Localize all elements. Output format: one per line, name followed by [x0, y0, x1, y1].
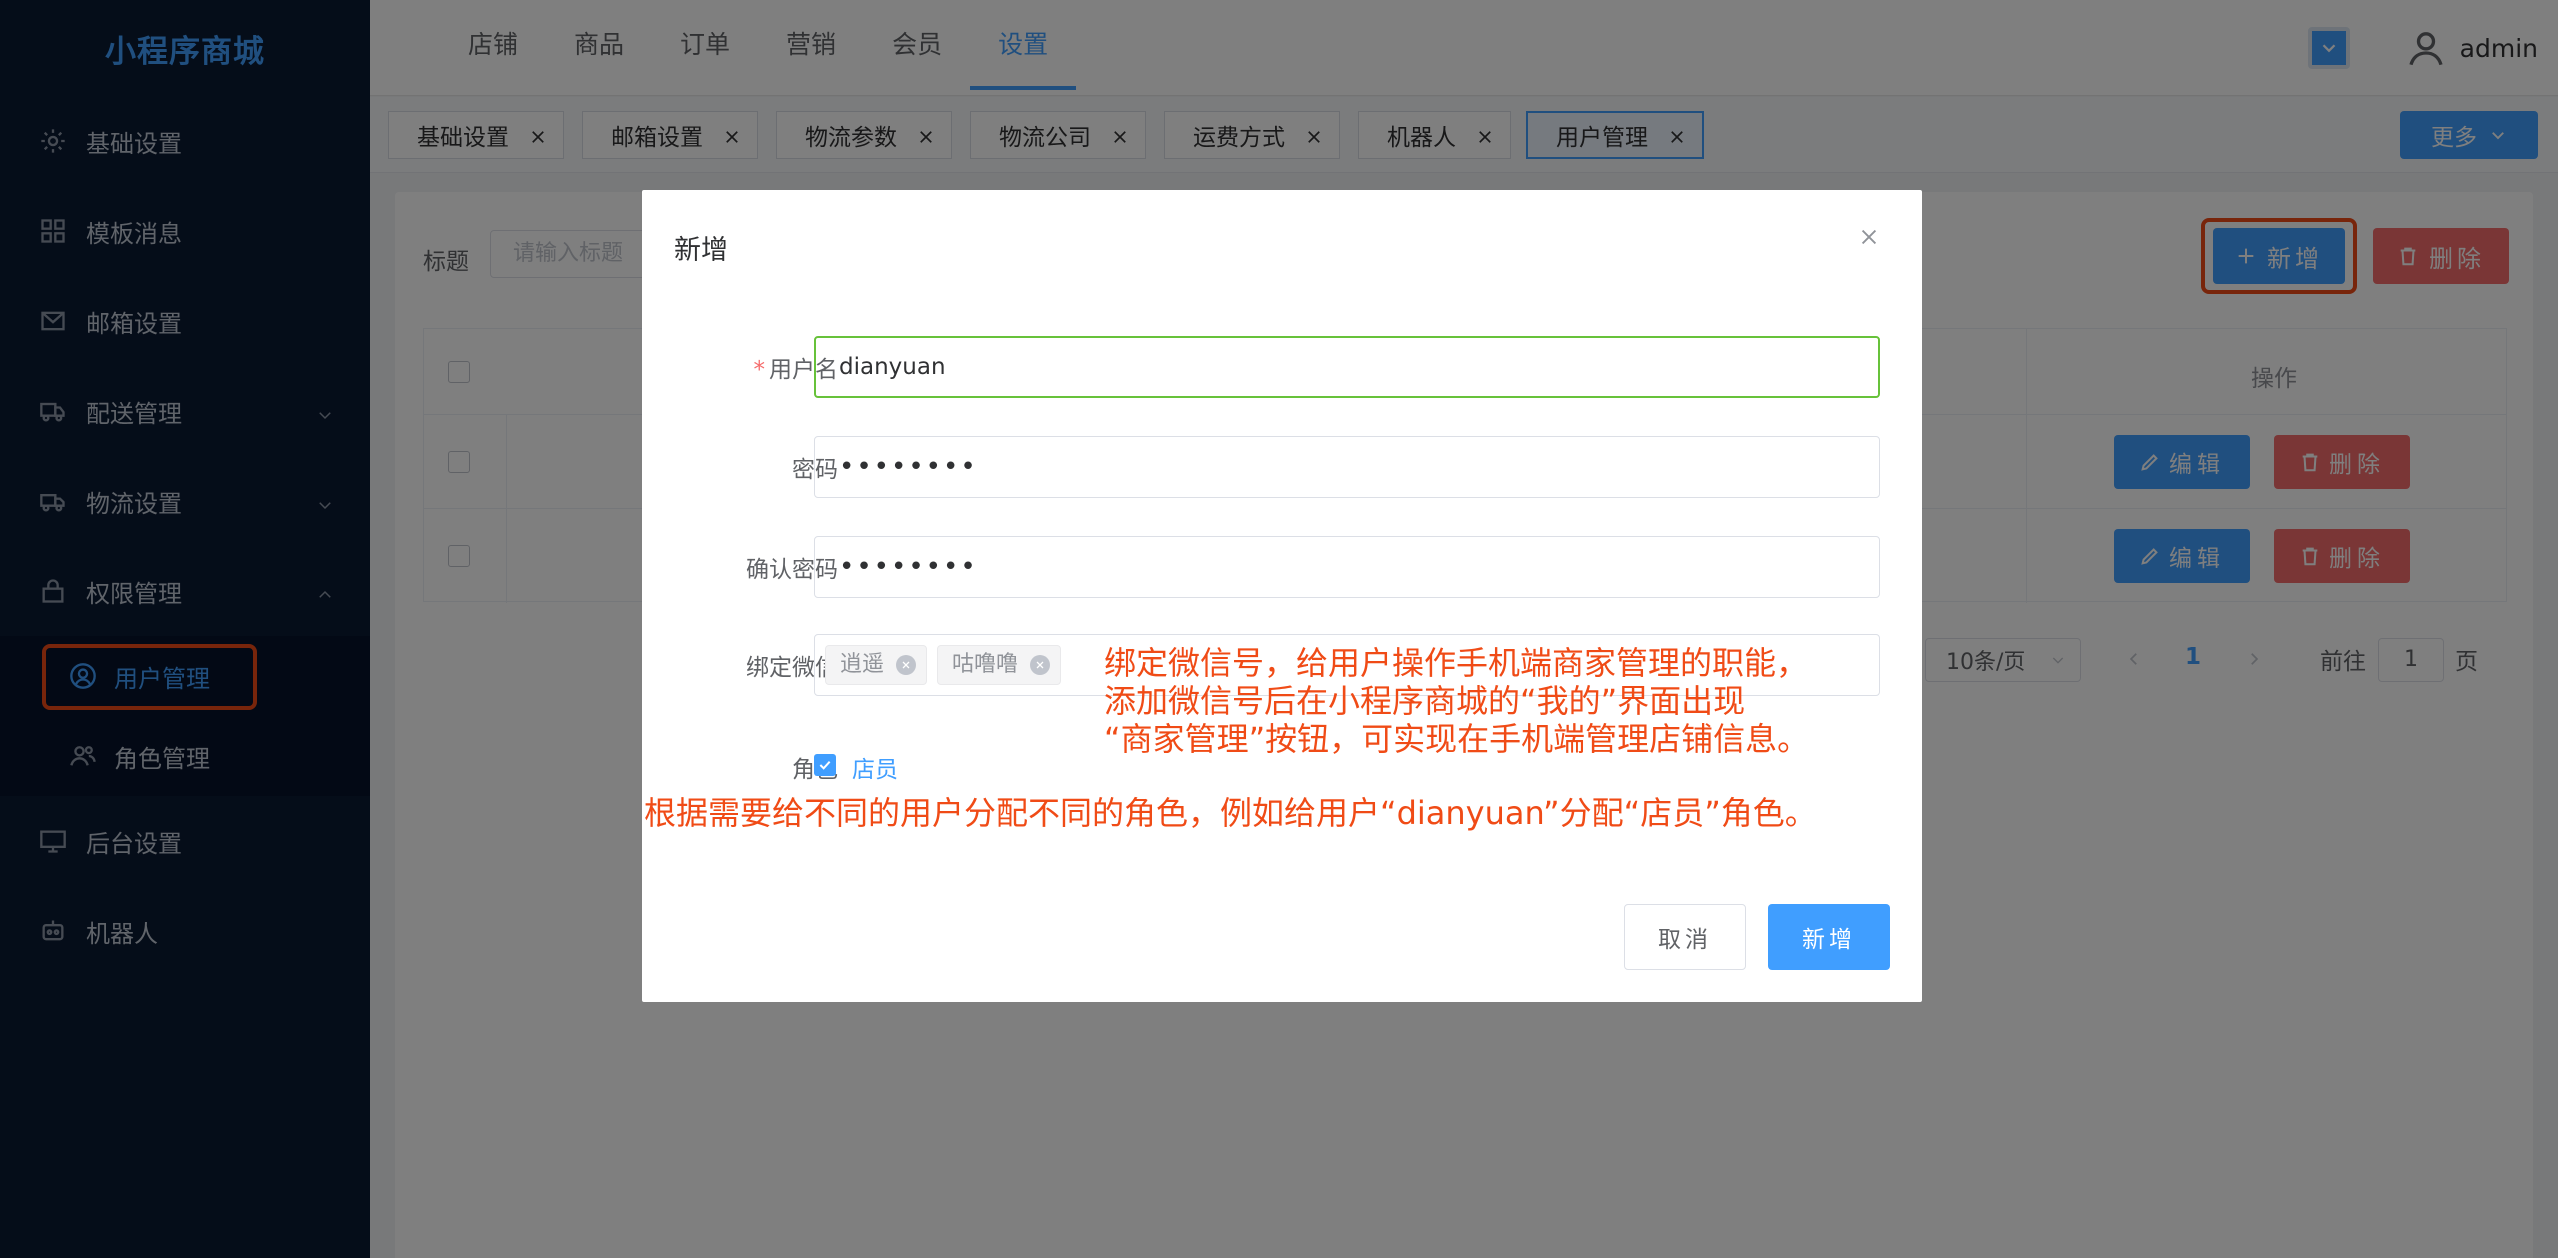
confirm-password-input[interactable]: ••••••••	[814, 536, 1880, 598]
role-checkbox[interactable]	[814, 754, 836, 776]
username-input[interactable]: dianyuan	[814, 336, 1880, 398]
annotation-role: 根据需要给不同的用户分配不同的角色，例如给用户“dianyuan”分配“店员”角…	[644, 794, 1817, 832]
cancel-button[interactable]: 取消	[1624, 904, 1746, 970]
dialog-title: 新增	[674, 235, 728, 266]
role-option-label[interactable]: 店员	[852, 750, 898, 784]
wechat-tag-label: 逍遥	[840, 652, 885, 677]
wechat-tag: 逍遥	[825, 645, 928, 685]
close-icon[interactable]	[1858, 226, 1880, 248]
check-icon	[819, 760, 831, 770]
close-circle-icon[interactable]	[1030, 655, 1051, 675]
close-circle-icon[interactable]	[896, 655, 917, 675]
submit-button[interactable]: 新增	[1768, 904, 1890, 970]
annotation-wechat-1: 绑定微信号，给用户操作手机端商家管理的职能，	[1104, 644, 1809, 682]
annotation-wechat-3: “商家管理”按钮，可实现在手机端管理店铺信息。	[1104, 720, 1810, 758]
password-input[interactable]: ••••••••	[814, 436, 1880, 498]
required-asterisk: *	[753, 357, 766, 383]
wechat-tag-label: 咕噜噜	[952, 652, 1019, 677]
wechat-tag: 咕噜噜	[937, 645, 1062, 685]
add-user-dialog: 新增 * 用户名 dianyuan 密码 •••••••• 确认密码 ••••••…	[642, 190, 1922, 1002]
annotation-wechat-2: 添加微信号后在小程序商城的“我的”界面出现	[1104, 682, 1746, 720]
